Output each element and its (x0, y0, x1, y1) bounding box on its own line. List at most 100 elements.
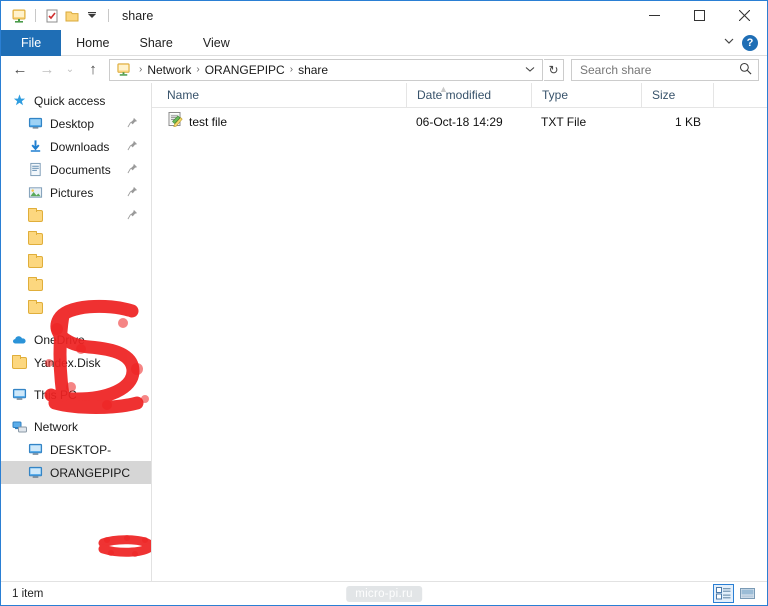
sidebar-item-onedrive[interactable]: OneDrive (1, 328, 151, 351)
new-folder-icon[interactable] (63, 7, 81, 25)
sidebar-gap-2 (1, 374, 151, 383)
forward-button[interactable]: → (34, 58, 60, 82)
pin-icon-downloads[interactable] (127, 140, 138, 154)
minimize-button[interactable] (632, 1, 677, 30)
column-header-type[interactable]: Type (531, 82, 641, 108)
title-bar: share (1, 1, 767, 30)
help-icon[interactable]: ? (742, 34, 758, 51)
computer-icon (27, 442, 44, 458)
sidebar-item-redacted-1[interactable] (1, 204, 151, 227)
file-explorer-window: share File Home Share View ? ← → ⌄ ↑ › N… (0, 0, 768, 606)
tab-home[interactable]: Home (61, 30, 124, 56)
sidebar-item-redacted-2[interactable] (1, 227, 151, 250)
breadcrumb-orangepipc[interactable]: ORANGEPIPC (202, 63, 288, 77)
quick-access-toolbar (1, 7, 114, 25)
address-dropdown-icon[interactable] (521, 64, 539, 76)
sidebar-item-downloads[interactable]: Downloads (1, 135, 151, 158)
column-header-size[interactable]: Size (641, 82, 713, 108)
maximize-button[interactable] (677, 1, 722, 30)
details-view-button[interactable] (713, 584, 734, 603)
tab-share[interactable]: Share (125, 30, 188, 56)
sidebar-item-redacted-3[interactable] (1, 250, 151, 273)
status-bar: 1 item micro-pi.ru (1, 581, 767, 605)
sidebar-item-orangepipc[interactable]: ORANGEPIPC (1, 461, 151, 484)
close-button[interactable] (722, 1, 767, 30)
computer-icon (11, 387, 28, 403)
sidebar-text-desktop-pc: DESKTOP- (50, 442, 112, 457)
file-name-text: test file (189, 115, 228, 129)
pin-icon-redacted-1[interactable] (127, 209, 138, 223)
pictures-icon (27, 185, 44, 201)
recent-locations-button[interactable]: ⌄ (61, 58, 79, 82)
desktop-icon (27, 116, 44, 132)
sidebar-item-yandex-disk[interactable]: Yandex.Disk (1, 351, 151, 374)
customize-chevron-icon[interactable] (83, 7, 101, 25)
column-header-name[interactable]: Name (152, 83, 406, 108)
pin-icon-desktop[interactable] (127, 117, 138, 131)
pin-icon-pictures[interactable] (127, 186, 138, 200)
window-controls (632, 1, 767, 30)
sidebar-item-redacted-5[interactable] (1, 296, 151, 319)
sidebar-gap-3 (1, 406, 151, 415)
file-date-cell: 06-Oct-18 14:29 (416, 115, 503, 129)
network-folder-icon[interactable] (10, 7, 28, 25)
address-share-icon (115, 62, 132, 78)
text-file-icon (167, 112, 183, 133)
sidebar-text-this-pc: This PC (34, 387, 77, 402)
qat-separator-1 (35, 9, 36, 22)
file-type-cell: TXT File (541, 115, 587, 129)
large-icons-view-button[interactable] (737, 584, 758, 603)
file-rows: test file 06-Oct-18 14:29 TXT File 1 KB (152, 108, 767, 581)
breadcrumb: › Network › ORANGEPIPC › share (138, 63, 521, 77)
sidebar-text-downloads: Downloads (50, 139, 110, 154)
sidebar-item-desktop-pc[interactable]: DESKTOP- (1, 438, 151, 461)
column-header-date-modified[interactable]: Date modified (406, 82, 531, 108)
search-input[interactable]: Search share (571, 58, 759, 81)
sort-ascending-icon: ▲ (439, 84, 448, 94)
folder-icon (27, 230, 44, 247)
sidebar-item-quick-access[interactable]: Quick access (1, 89, 151, 112)
table-row[interactable]: test file 06-Oct-18 14:29 TXT File 1 KB (152, 112, 767, 133)
file-name-cell: test file (152, 112, 406, 133)
breadcrumb-separator-1: › (196, 64, 200, 75)
breadcrumb-network[interactable]: Network (144, 63, 194, 77)
network-icon (11, 419, 28, 435)
sidebar-item-this-pc[interactable]: This PC (1, 383, 151, 406)
folder-icon (27, 299, 44, 316)
sidebar-item-pictures[interactable]: Pictures (1, 181, 151, 204)
sidebar-gap-1 (1, 319, 151, 328)
refresh-button[interactable]: ↻ (544, 58, 564, 81)
ribbon-right-controls: ? (723, 30, 767, 55)
window-title: share (122, 8, 154, 23)
tab-file[interactable]: File (1, 30, 62, 56)
properties-icon[interactable] (43, 7, 61, 25)
breadcrumb-share[interactable]: share (295, 63, 331, 77)
column-header-row: Name Date modified Type Size ▲ (152, 82, 767, 108)
search-icon[interactable] (739, 62, 752, 78)
ribbon-tabs: File Home Share View ? (1, 30, 767, 56)
sidebar-item-desktop[interactable]: Quick access Desktop (1, 112, 151, 135)
qat-separator-2 (108, 9, 109, 22)
sidebar-item-network[interactable]: Network (1, 415, 151, 438)
folder-icon (11, 354, 28, 371)
tab-view[interactable]: View (188, 30, 245, 56)
back-button[interactable]: ← (7, 58, 33, 82)
file-size-cell: 1 KB (674, 115, 701, 129)
documents-icon (27, 162, 44, 178)
pin-icon-documents[interactable] (127, 163, 138, 177)
star-pin-icon (11, 93, 28, 109)
sidebar-text-desktop: Desktop (50, 116, 95, 131)
search-placeholder: Search share (580, 62, 652, 77)
address-bar: ← → ⌄ ↑ › Network › ORANGEPIPC › share ↻… (1, 56, 767, 83)
sidebar-text-documents: Documents (50, 162, 111, 177)
address-input[interactable]: › Network › ORANGEPIPC › share (109, 58, 543, 81)
up-button[interactable]: ↑ (80, 58, 106, 82)
sidebar-item-redacted-4[interactable] (1, 273, 151, 296)
folder-icon (27, 276, 44, 293)
redaction-scribble-desktop-name (98, 535, 151, 557)
sidebar-item-documents[interactable]: Documents (1, 158, 151, 181)
chevron-down-icon[interactable] (723, 34, 735, 52)
column-header-spacer (713, 82, 767, 108)
sidebar-text-pictures: Pictures (50, 185, 94, 200)
sidebar-text-onedrive: OneDrive (34, 332, 85, 347)
